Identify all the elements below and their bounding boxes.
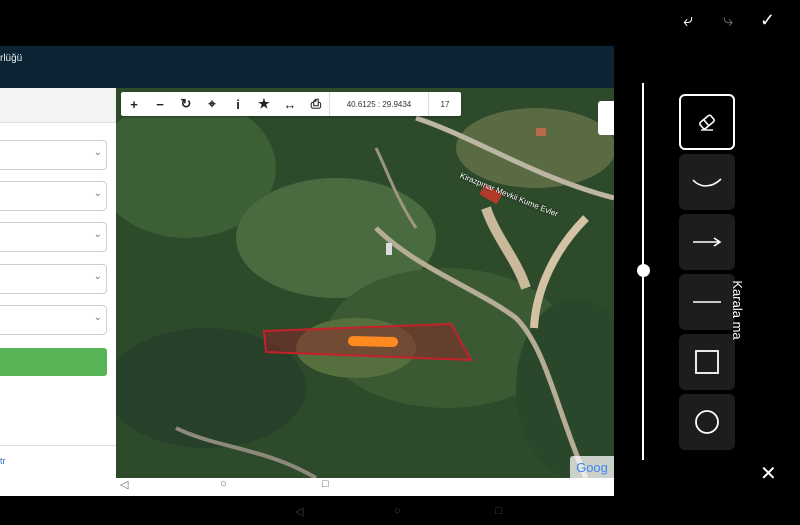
query-button[interactable] bbox=[0, 348, 107, 376]
rectangle-tool-button[interactable] bbox=[679, 334, 735, 390]
line-icon bbox=[693, 301, 721, 303]
chevron-down-icon: ⌄ bbox=[93, 229, 102, 240]
line-tool-button[interactable] bbox=[679, 274, 735, 330]
circle-icon bbox=[695, 410, 719, 434]
system-home-icon[interactable]: ○ bbox=[394, 505, 401, 517]
system-back-icon[interactable]: ◁ bbox=[295, 505, 303, 518]
system-recents-icon[interactable]: □ bbox=[495, 505, 502, 517]
curve-icon bbox=[692, 178, 722, 187]
map-toolbar: + − ↻ ⌖ i ★ ↔ ⎙ 40.6125 : 29.9434 17 bbox=[121, 92, 461, 116]
dropdown-3[interactable]: ⌄ bbox=[0, 222, 107, 252]
square-icon bbox=[695, 350, 719, 374]
dropdown-4[interactable]: ⌄ bbox=[0, 264, 107, 294]
circle-tool-button[interactable] bbox=[679, 394, 735, 450]
screenshot-image: rlüğü ⌄ ⌄ ⌄ ⌄ ⌄ tr + − ↻ ⌖ i ★ ↔ ⎙ 40.61… bbox=[0, 46, 614, 496]
measure-icon[interactable]: ↔ bbox=[277, 92, 303, 116]
map-side-button[interactable] bbox=[598, 101, 614, 135]
arrow-tool-button[interactable] bbox=[679, 214, 735, 270]
redo-icon[interactable]: ⤷ bbox=[723, 10, 733, 31]
zoom-level: 17 bbox=[428, 92, 461, 116]
back-icon[interactable]: ◁ bbox=[120, 478, 128, 491]
info-icon[interactable]: i bbox=[225, 92, 251, 116]
left-panel-header bbox=[0, 88, 116, 123]
map-imagery bbox=[116, 88, 614, 478]
language-link[interactable]: tr bbox=[0, 456, 6, 466]
dropdown-1[interactable]: ⌄ bbox=[0, 140, 107, 170]
stroke-size-handle[interactable] bbox=[637, 264, 650, 277]
chevron-down-icon: ⌄ bbox=[93, 188, 102, 199]
arrow-icon bbox=[693, 237, 722, 247]
divider bbox=[0, 445, 116, 446]
satellite-map[interactable] bbox=[116, 88, 614, 478]
coordinate-readout: 40.6125 : 29.9434 bbox=[329, 92, 428, 116]
inner-nav-bar: ◁ ○ □ bbox=[0, 478, 614, 496]
refresh-icon[interactable]: ↻ bbox=[173, 92, 199, 116]
freehand-tool-button[interactable] bbox=[679, 154, 735, 210]
close-icon[interactable]: ✕ bbox=[760, 461, 777, 486]
chevron-down-icon: ⌄ bbox=[93, 271, 102, 282]
app-header-title: rlüğü bbox=[0, 53, 23, 64]
eraser-icon bbox=[699, 114, 715, 131]
undo-icon[interactable]: ⤶ bbox=[683, 10, 693, 31]
star-icon[interactable]: ★ bbox=[251, 92, 277, 116]
chevron-down-icon: ⌄ bbox=[93, 312, 102, 323]
left-panel: ⌄ ⌄ ⌄ ⌄ ⌄ tr bbox=[0, 88, 116, 478]
google-attribution: Goog bbox=[570, 456, 614, 478]
app-header: rlüğü bbox=[0, 46, 614, 88]
zoom-in-icon[interactable]: + bbox=[121, 92, 147, 116]
drawing-mode-label: Karala ma bbox=[730, 280, 745, 340]
locate-icon[interactable]: ⌖ bbox=[199, 92, 225, 116]
dropdown-5[interactable]: ⌄ bbox=[0, 305, 107, 335]
map-side-label: Ke bbox=[109, 364, 118, 375]
home-icon[interactable]: ○ bbox=[220, 478, 227, 490]
print-icon[interactable]: ⎙ bbox=[303, 92, 329, 116]
zoom-out-icon[interactable]: − bbox=[147, 92, 173, 116]
eraser-tool-button[interactable] bbox=[679, 94, 735, 150]
check-icon[interactable]: ✓ bbox=[760, 10, 775, 31]
dropdown-2[interactable]: ⌄ bbox=[0, 181, 107, 211]
recents-icon[interactable]: □ bbox=[322, 478, 329, 490]
chevron-down-icon: ⌄ bbox=[93, 147, 102, 158]
